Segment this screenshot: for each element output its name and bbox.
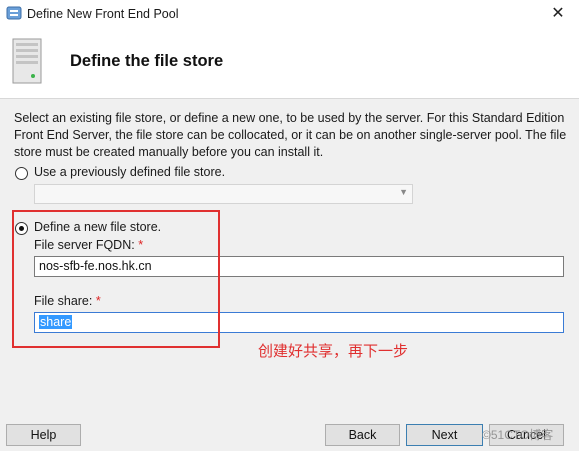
watermark: ©51CTO博客	[482, 428, 554, 442]
server-icon	[12, 38, 42, 84]
window-title: Define New Front End Pool	[27, 7, 179, 21]
pool-app-icon	[6, 6, 22, 20]
back-button[interactable]: Back	[325, 424, 400, 446]
highlight-box	[12, 210, 220, 348]
close-button[interactable]: ✕	[540, 1, 576, 27]
use-existing-radio[interactable]	[15, 167, 28, 180]
annotation-note: 创建好共享，再下一步	[258, 343, 409, 360]
wizard-header: Define the file store	[0, 30, 579, 99]
existing-file-store-select: ▼	[34, 184, 413, 204]
use-existing-label[interactable]: Use a previously defined file store.	[34, 165, 225, 179]
help-button[interactable]: Help	[6, 424, 81, 446]
title-bar: Define New Front End Pool ✕	[0, 0, 579, 30]
chevron-down-icon: ▼	[399, 187, 408, 197]
close-icon: ✕	[551, 5, 565, 22]
instructions-text: Select an existing file store, or define…	[14, 111, 567, 159]
page-title: Define the file store	[70, 52, 224, 70]
next-button[interactable]: Next	[406, 424, 483, 446]
